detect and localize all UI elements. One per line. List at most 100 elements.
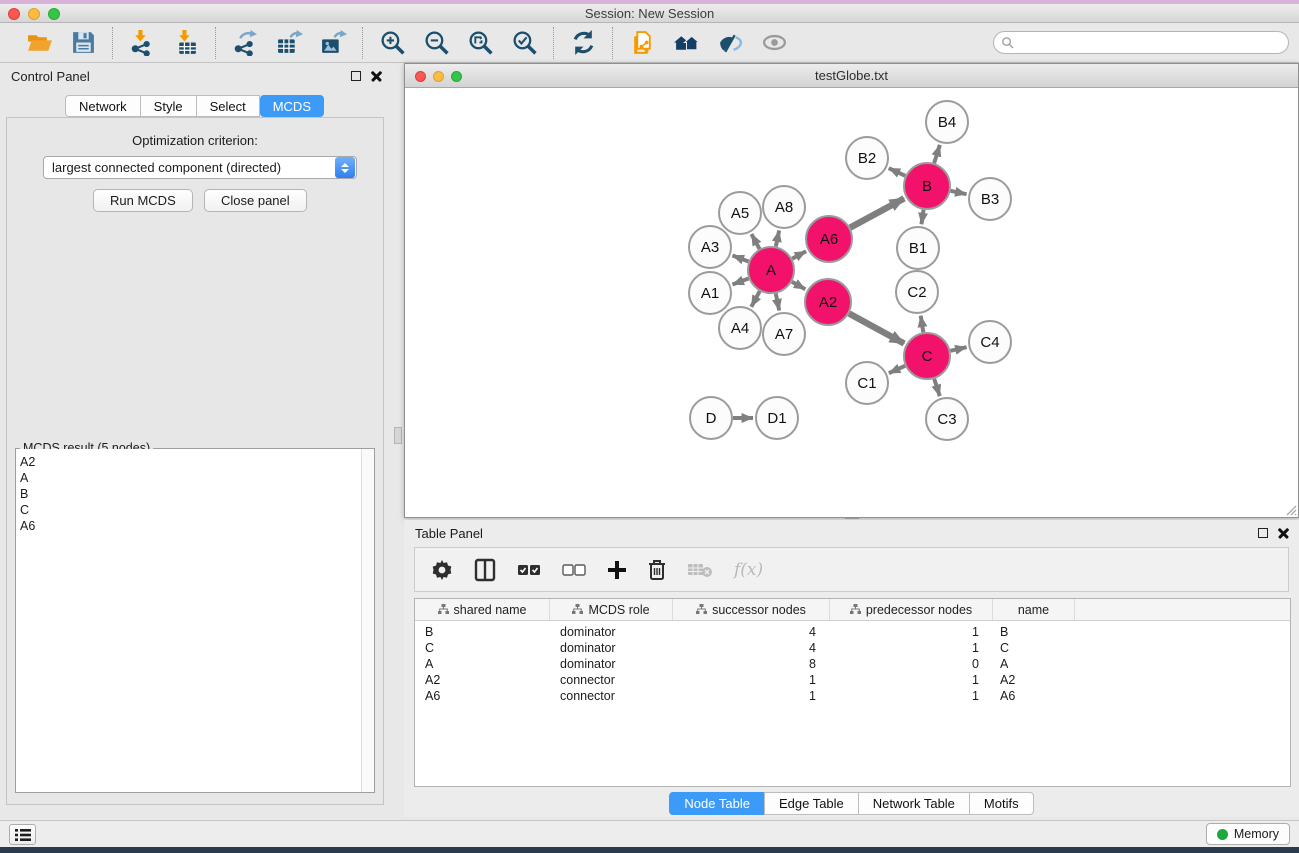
import-network-icon[interactable] bbox=[127, 28, 157, 58]
graph-edge-A-A8[interactable] bbox=[776, 231, 779, 247]
close-panel-icon[interactable] bbox=[371, 70, 382, 81]
hide-panels-icon[interactable] bbox=[715, 28, 745, 58]
graph-node-C[interactable]: C bbox=[904, 333, 950, 379]
graph-edge-B-B2[interactable] bbox=[889, 168, 906, 176]
tab-edge-table[interactable]: Edge Table bbox=[764, 792, 859, 815]
splitter-handle-vertical[interactable] bbox=[394, 427, 402, 444]
graph-edge-A-A5[interactable] bbox=[751, 234, 759, 249]
column-header-successor-nodes[interactable]: successor nodes bbox=[673, 599, 830, 620]
graph-edge-C-C3[interactable] bbox=[934, 379, 939, 396]
graph-node-D[interactable]: D bbox=[690, 397, 732, 439]
search-box[interactable] bbox=[993, 31, 1289, 54]
tab-style[interactable]: Style bbox=[140, 95, 197, 117]
graph-edge-C-C1[interactable] bbox=[889, 366, 905, 373]
table-row[interactable]: Bdominator41B bbox=[415, 624, 1290, 640]
graph-edge-B-B1[interactable] bbox=[921, 210, 923, 224]
graph-node-A4[interactable]: A4 bbox=[719, 307, 761, 349]
graph-node-D1[interactable]: D1 bbox=[756, 397, 798, 439]
tab-network-table[interactable]: Network Table bbox=[858, 792, 970, 815]
mcds-result-item[interactable]: A bbox=[20, 470, 361, 486]
graph-node-C4[interactable]: C4 bbox=[969, 321, 1011, 363]
close-panel-button[interactable]: Close panel bbox=[204, 189, 307, 212]
graph-node-A7[interactable]: A7 bbox=[763, 313, 805, 355]
graph-edge-A-A6[interactable] bbox=[792, 251, 806, 258]
graph-node-B3[interactable]: B3 bbox=[969, 178, 1011, 220]
resize-grip-icon[interactable] bbox=[1283, 502, 1297, 516]
float-table-panel-icon[interactable] bbox=[1258, 528, 1268, 538]
graph-node-A8[interactable]: A8 bbox=[763, 186, 805, 228]
export-table-icon[interactable] bbox=[274, 28, 304, 58]
network-window-titlebar[interactable]: testGlobe.txt bbox=[405, 64, 1298, 88]
refresh-icon[interactable] bbox=[568, 28, 598, 58]
graph-node-A1[interactable]: A1 bbox=[689, 272, 731, 314]
graph-node-A3[interactable]: A3 bbox=[689, 226, 731, 268]
table-row[interactable]: A2connector11A2 bbox=[415, 672, 1290, 688]
graph-node-B[interactable]: B bbox=[904, 163, 950, 209]
graph-edge-A-A1[interactable] bbox=[732, 278, 748, 284]
graph-node-C3[interactable]: C3 bbox=[926, 398, 968, 440]
graph-edge-A-A7[interactable] bbox=[776, 294, 779, 311]
optimization-criterion-select[interactable]: largest connected component (directed) bbox=[43, 156, 357, 179]
show-task-history-button[interactable] bbox=[9, 824, 36, 845]
add-column-icon[interactable] bbox=[607, 555, 627, 585]
import-table-icon[interactable] bbox=[171, 28, 201, 58]
zoom-fit-icon[interactable] bbox=[465, 28, 495, 58]
save-session-icon[interactable] bbox=[68, 28, 98, 58]
deselect-all-icon[interactable] bbox=[562, 555, 586, 585]
graph-edge-A-A4[interactable] bbox=[751, 291, 759, 307]
tab-mcds[interactable]: MCDS bbox=[260, 95, 324, 117]
select-all-icon[interactable] bbox=[517, 555, 541, 585]
graph-node-A2[interactable]: A2 bbox=[805, 279, 851, 325]
graph-node-B1[interactable]: B1 bbox=[897, 227, 939, 269]
graph-edge-A-A3[interactable] bbox=[732, 255, 748, 261]
mcds-result-item[interactable]: A6 bbox=[20, 518, 361, 534]
memory-button[interactable]: Memory bbox=[1206, 823, 1290, 845]
export-network-icon[interactable] bbox=[230, 28, 260, 58]
delete-column-icon[interactable] bbox=[648, 555, 666, 585]
export-image-icon[interactable] bbox=[318, 28, 348, 58]
graph-node-C2[interactable]: C2 bbox=[896, 271, 938, 313]
tab-network[interactable]: Network bbox=[65, 95, 141, 117]
column-header-name[interactable]: name bbox=[993, 599, 1075, 620]
network-canvas[interactable]: B4B2BB3A5A8A6A3B1AA1C2A2A4A7C4CC1C3DD1 bbox=[405, 88, 1298, 517]
graph-edge-B-B4[interactable] bbox=[934, 145, 940, 163]
table-settings-icon[interactable] bbox=[431, 555, 453, 585]
mcds-result-item[interactable]: B bbox=[20, 486, 361, 502]
delete-table-icon[interactable] bbox=[687, 555, 713, 585]
column-chooser-icon[interactable] bbox=[474, 555, 496, 585]
graph-edge-A2-C[interactable] bbox=[849, 313, 904, 343]
column-header-predecessor-nodes[interactable]: predecessor nodes bbox=[830, 599, 993, 620]
open-file-icon[interactable] bbox=[24, 28, 54, 58]
graph-node-B4[interactable]: B4 bbox=[926, 101, 968, 143]
graph-node-A5[interactable]: A5 bbox=[719, 192, 761, 234]
graph-edge-B-B3[interactable] bbox=[951, 191, 967, 194]
zoom-in-icon[interactable] bbox=[377, 28, 407, 58]
home-view-icon[interactable] bbox=[671, 28, 701, 58]
mcds-result-item[interactable]: C bbox=[20, 502, 361, 518]
mcds-result-scrollbar[interactable] bbox=[361, 449, 374, 792]
column-header-shared-name[interactable]: shared name bbox=[415, 599, 550, 620]
zoom-out-icon[interactable] bbox=[421, 28, 451, 58]
graph-edge-C-C4[interactable] bbox=[950, 347, 966, 351]
graph-node-A[interactable]: A bbox=[748, 247, 794, 293]
table-row[interactable]: A6connector11A6 bbox=[415, 688, 1290, 704]
close-table-panel-icon[interactable] bbox=[1278, 527, 1289, 538]
table-row[interactable]: Cdominator41C bbox=[415, 640, 1290, 656]
graph-node-C1[interactable]: C1 bbox=[846, 362, 888, 404]
graph-node-A6[interactable]: A6 bbox=[806, 216, 852, 262]
mcds-result-item[interactable]: A2 bbox=[20, 454, 361, 470]
float-panel-icon[interactable] bbox=[351, 71, 361, 81]
column-header-mcds-role[interactable]: MCDS role bbox=[550, 599, 673, 620]
tab-motifs[interactable]: Motifs bbox=[969, 792, 1034, 815]
graph-edge-A6-B[interactable] bbox=[850, 198, 904, 227]
run-mcds-button[interactable]: Run MCDS bbox=[93, 189, 193, 212]
tab-select[interactable]: Select bbox=[196, 95, 260, 117]
table-row[interactable]: Adominator80A bbox=[415, 656, 1290, 672]
tab-node-table[interactable]: Node Table bbox=[669, 792, 765, 815]
clone-network-icon[interactable] bbox=[627, 28, 657, 58]
graph-edge-A-A2[interactable] bbox=[792, 282, 805, 290]
zoom-selected-icon[interactable] bbox=[509, 28, 539, 58]
graph-edge-C-C2[interactable] bbox=[921, 316, 924, 333]
search-input[interactable] bbox=[1014, 34, 1288, 52]
show-panels-icon[interactable] bbox=[759, 28, 789, 58]
